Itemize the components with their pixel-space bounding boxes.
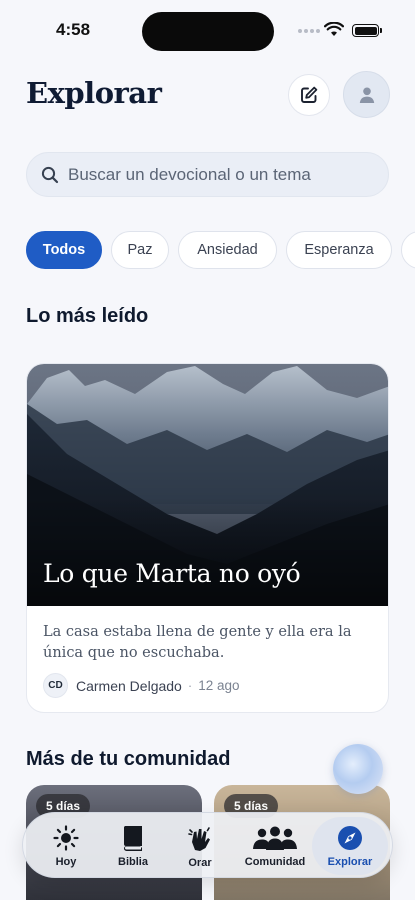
tab-label: Comunidad (244, 855, 306, 868)
tab-explorar[interactable]: Explorar (312, 817, 388, 875)
author-name: Carmen Delgado (76, 677, 182, 694)
chip-todos[interactable]: Todos (26, 231, 102, 269)
sun-icon (53, 824, 79, 851)
edit-icon (301, 86, 318, 103)
search-icon (41, 166, 59, 183)
chip-paz[interactable]: Paz (111, 231, 169, 269)
dynamic-island (142, 12, 274, 51)
section-most-read: Lo más leído (26, 305, 149, 327)
chip-esperanza[interactable]: Esperanza (286, 231, 392, 269)
tab-hoy[interactable]: Hoy (35, 813, 97, 879)
assistant-orb-button[interactable] (333, 744, 383, 794)
tab-label: Hoy (55, 855, 77, 868)
chip-more[interactable] (401, 231, 415, 269)
tab-label: Biblia (118, 855, 148, 868)
praying-hands-icon (188, 826, 210, 851)
author-avatar: CD (43, 673, 68, 698)
post-date: 12 ago (198, 678, 240, 693)
section-community: Más de tu comunidad (26, 748, 231, 770)
battery-icon (352, 24, 382, 37)
featured-description: La casa estaba llena de gente y ella era… (43, 624, 352, 661)
tab-label: Explorar (327, 855, 373, 868)
page-title: Explorar (26, 76, 162, 110)
compass-icon (338, 825, 362, 850)
featured-devotional-card[interactable]: Lo que Marta no oyó La casa estaba llena… (26, 363, 389, 713)
profile-button[interactable] (343, 71, 390, 118)
person-icon (359, 87, 374, 103)
search-input[interactable] (68, 164, 368, 185)
status-bar: 4:58 (0, 0, 415, 56)
tab-comunidad[interactable]: Comunidad (237, 813, 313, 879)
tab-biblia[interactable]: Biblia (103, 813, 163, 879)
signal-icon (298, 29, 320, 33)
featured-title: Lo que Marta no oyó (43, 559, 301, 588)
author-row: CD Carmen Delgado · 12 ago (43, 673, 239, 698)
mountain-image: Lo que Marta no oyó (27, 364, 388, 606)
book-icon (124, 825, 142, 851)
compose-button[interactable] (288, 74, 330, 116)
wifi-icon (324, 22, 344, 36)
chip-ansiedad[interactable]: Ansiedad (178, 231, 277, 269)
meta-separator: · (187, 678, 193, 693)
search-bar[interactable] (26, 152, 389, 197)
status-time: 4:58 (56, 20, 91, 39)
people-icon (253, 826, 297, 850)
filter-chips: Todos Paz Ansiedad Esperanza (26, 231, 415, 271)
tab-orar[interactable]: Orar (171, 813, 229, 879)
tab-label: Orar (188, 856, 212, 869)
tab-bar: Hoy Biblia Orar Comunidad Explorar (22, 812, 393, 878)
